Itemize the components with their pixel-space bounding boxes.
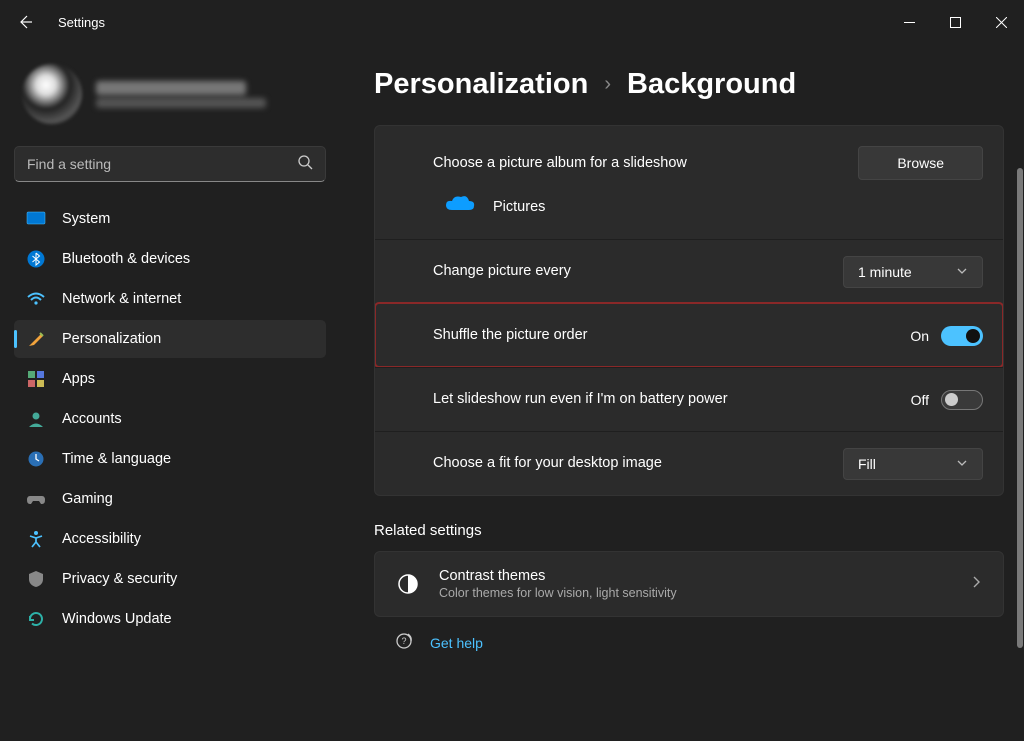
svg-text:?: ? <box>401 636 406 646</box>
person-icon <box>26 409 46 429</box>
breadcrumb: Personalization › Background <box>374 68 1004 101</box>
onedrive-icon <box>445 194 475 219</box>
sidebar-item-personalization[interactable]: Personalization <box>14 320 326 358</box>
back-button[interactable] <box>16 13 34 31</box>
search-field[interactable] <box>27 156 297 172</box>
chevron-right-icon: › <box>604 73 611 96</box>
maximize-button[interactable] <box>932 6 978 38</box>
row-shuffle: Shuffle the picture order On <box>375 303 1003 367</box>
search-input[interactable] <box>14 146 326 182</box>
row-album: Choose a picture album for a slideshow B… <box>375 126 1003 239</box>
clock-icon <box>26 449 46 469</box>
sidebar-item-system[interactable]: System <box>14 200 326 238</box>
sidebar-item-time[interactable]: Time & language <box>14 440 326 478</box>
sidebar-item-label: Gaming <box>62 491 113 507</box>
sidebar-item-label: Apps <box>62 371 95 387</box>
row-change-interval: Change picture every 1 minute <box>375 239 1003 303</box>
help-label: Get help <box>430 635 483 651</box>
paint-icon <box>26 329 46 349</box>
row-label: Choose a picture album for a slideshow <box>433 153 858 173</box>
search-icon <box>297 154 313 175</box>
shield-icon <box>26 569 46 589</box>
nav-list: System Bluetooth & devices Network & int… <box>14 200 326 638</box>
sidebar-item-label: Bluetooth & devices <box>62 251 190 267</box>
accessibility-icon <box>26 529 46 549</box>
related-heading: Related settings <box>374 522 1004 539</box>
scrollbar-thumb[interactable] <box>1017 168 1023 648</box>
app-title: Settings <box>58 15 105 30</box>
sidebar-item-apps[interactable]: Apps <box>14 360 326 398</box>
contrast-icon <box>395 571 421 597</box>
bluetooth-icon <box>26 249 46 269</box>
avatar <box>22 64 82 124</box>
row-label: Choose a fit for your desktop image <box>433 453 843 473</box>
row-label: Let slideshow run even if I'm on battery… <box>433 389 911 409</box>
battery-toggle[interactable] <box>941 390 983 410</box>
window-controls <box>886 6 1024 38</box>
wifi-icon <box>26 289 46 309</box>
scrollbar[interactable] <box>1016 168 1024 731</box>
help-icon: ? <box>394 631 414 654</box>
toggle-state: Off <box>911 392 929 408</box>
sidebar-item-label: Network & internet <box>62 291 181 307</box>
select-value: 1 minute <box>858 264 912 280</box>
settings-panel: Choose a picture album for a slideshow B… <box>374 125 1004 496</box>
titlebar: Settings <box>0 0 1024 44</box>
breadcrumb-current: Background <box>627 68 796 101</box>
related-contrast[interactable]: Contrast themes Color themes for low vis… <box>374 551 1004 617</box>
sidebar-item-bluetooth[interactable]: Bluetooth & devices <box>14 240 326 278</box>
row-battery: Let slideshow run even if I'm on battery… <box>375 367 1003 431</box>
row-label: Shuffle the picture order <box>433 325 910 345</box>
fit-select[interactable]: Fill <box>843 448 983 480</box>
sidebar-item-update[interactable]: Windows Update <box>14 600 326 638</box>
row-label: Change picture every <box>433 261 843 281</box>
row-fit: Choose a fit for your desktop image Fill <box>375 431 1003 495</box>
update-icon <box>26 609 46 629</box>
sidebar-item-label: Accounts <box>62 411 122 427</box>
system-icon <box>26 209 46 229</box>
chevron-down-icon <box>956 264 968 280</box>
select-value: Fill <box>858 456 876 472</box>
sidebar-item-label: Privacy & security <box>62 571 177 587</box>
sidebar-item-privacy[interactable]: Privacy & security <box>14 560 326 598</box>
profile-text <box>96 81 266 108</box>
apps-icon <box>26 369 46 389</box>
sidebar-item-label: Time & language <box>62 451 171 467</box>
browse-button[interactable]: Browse <box>858 146 983 180</box>
sidebar: System Bluetooth & devices Network & int… <box>0 44 340 741</box>
sidebar-item-label: Windows Update <box>62 611 172 627</box>
album-folder: Pictures <box>493 199 545 215</box>
sidebar-item-accessibility[interactable]: Accessibility <box>14 520 326 558</box>
sidebar-item-accounts[interactable]: Accounts <box>14 400 326 438</box>
shuffle-toggle[interactable] <box>941 326 983 346</box>
sidebar-item-label: System <box>62 211 110 227</box>
close-button[interactable] <box>978 6 1024 38</box>
toggle-state: On <box>910 328 929 344</box>
profile-block[interactable] <box>14 56 326 142</box>
sidebar-item-network[interactable]: Network & internet <box>14 280 326 318</box>
gamepad-icon <box>26 489 46 509</box>
breadcrumb-parent[interactable]: Personalization <box>374 68 588 101</box>
related-title: Contrast themes <box>439 568 951 584</box>
sidebar-item-label: Accessibility <box>62 531 141 547</box>
help-link[interactable]: ? Get help <box>374 617 1004 660</box>
sidebar-item-label: Personalization <box>62 331 161 347</box>
sidebar-item-gaming[interactable]: Gaming <box>14 480 326 518</box>
interval-select[interactable]: 1 minute <box>843 256 983 288</box>
chevron-right-icon <box>969 575 983 594</box>
minimize-button[interactable] <box>886 6 932 38</box>
main-content: Personalization › Background Choose a pi… <box>340 44 1024 741</box>
related-sub: Color themes for low vision, light sensi… <box>439 586 951 600</box>
chevron-down-icon <box>956 456 968 472</box>
